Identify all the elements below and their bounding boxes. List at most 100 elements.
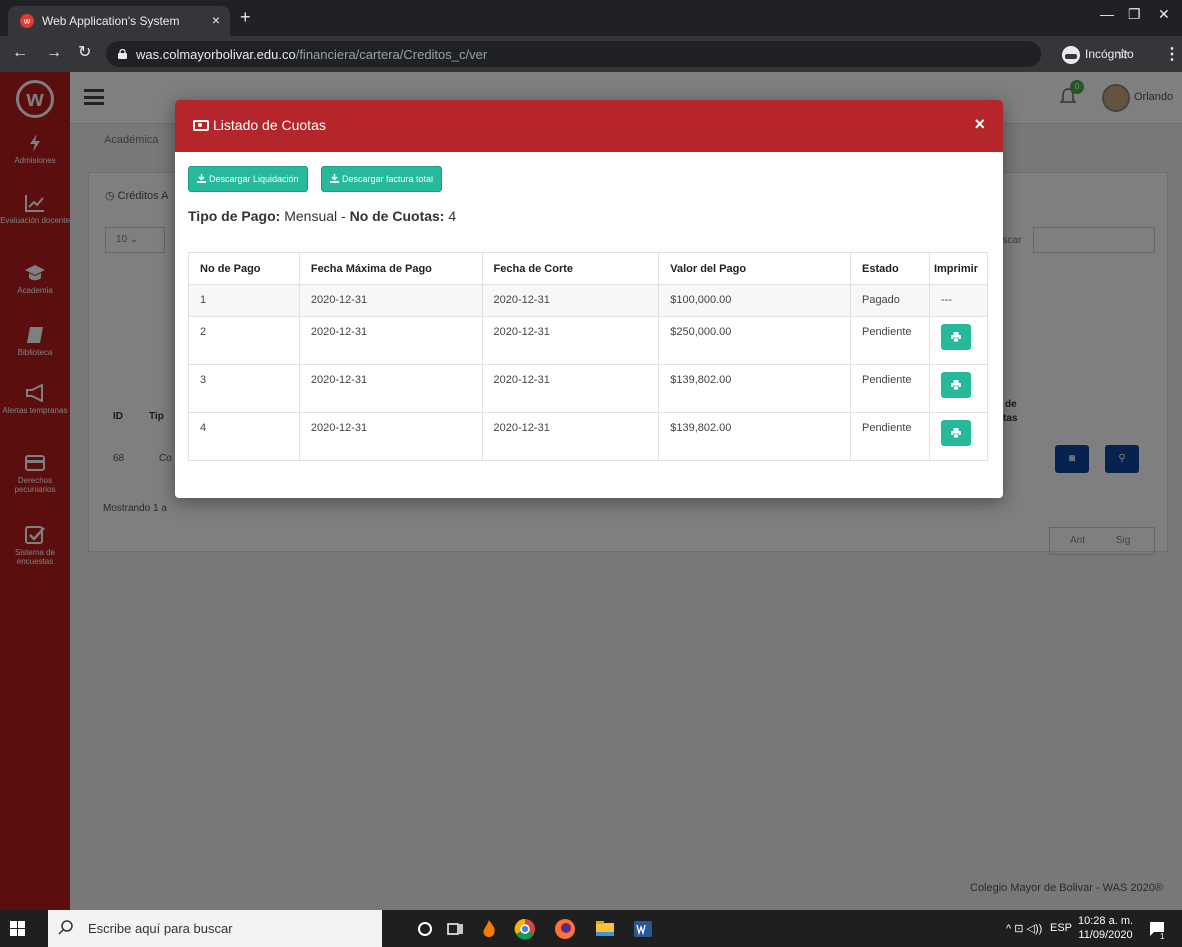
cuotas-label: No de Cuotas: — [349, 208, 445, 224]
cell-fecha-maxima: 2020-12-31 — [298, 316, 483, 365]
url-path: /financiera/cartera/Creditos_c/ver — [295, 47, 488, 62]
incognito-label: Incógnito — [1085, 47, 1134, 61]
modal-title: Listado de Cuotas — [193, 117, 326, 133]
table-row: 1 2020-12-31 2020-12-31 $100,000.00 Paga… — [188, 284, 989, 317]
table-row: 3 2020-12-31 2020-12-31 $139,802.00 Pend… — [188, 364, 989, 413]
cell-fecha-corte: 2020-12-31 — [481, 412, 660, 461]
table-row: 2 2020-12-31 2020-12-31 $250,000.00 Pend… — [188, 316, 989, 365]
download-factura-label: Descargar factura total — [342, 174, 434, 184]
print-button[interactable] — [940, 324, 971, 350]
lock-icon — [118, 49, 127, 59]
browser-toolbar: ← → ↻ was.colmayorbolivar.edu.co/financi… — [0, 36, 1182, 72]
cell-imprimir — [928, 364, 989, 413]
cell-valor: $100,000.00 — [658, 284, 851, 317]
header-estado: Estado — [849, 252, 930, 285]
firefox-icon[interactable] — [554, 918, 576, 940]
header-fecha-maxima: Fecha Máxima de Pago — [298, 252, 483, 285]
chrome-icon[interactable] — [514, 918, 536, 940]
cell-valor: $139,802.00 — [658, 364, 851, 413]
taskbar-clock[interactable]: 10:28 a. m. 11/09/2020 — [1078, 914, 1133, 942]
browser-tab-bar: w Web Application's System × + — ❐ ✕ — [0, 0, 1182, 36]
print-button[interactable] — [940, 372, 971, 398]
taskbar-search-input[interactable]: Escribe aquí para buscar — [48, 910, 382, 947]
cell-fecha-maxima: 2020-12-31 — [298, 412, 483, 461]
header-no-pago: No de Pago — [188, 252, 300, 285]
search-icon — [58, 920, 73, 935]
tab-close-icon[interactable]: × — [212, 12, 220, 28]
tab-title: Web Application's System — [42, 14, 180, 28]
file-explorer-icon[interactable] — [594, 918, 616, 940]
download-factura-button[interactable]: Descargar factura total — [321, 166, 443, 192]
clock-time: 10:28 a. m. — [1078, 915, 1134, 927]
cell-estado: Pendiente — [849, 316, 930, 365]
cell-no-pago: 2 — [188, 316, 300, 365]
download-liquidacion-label: Descargar Liquidación — [209, 174, 299, 184]
incognito-indicator[interactable]: Incógnito — [1062, 43, 1134, 65]
payment-summary: Tipo de Pago: Mensual - No de Cuotas: 4 — [188, 208, 456, 224]
cell-estado: Pendiente — [849, 412, 930, 461]
forward-arrow-icon[interactable]: → — [46, 45, 62, 61]
url-host: was.colmayorbolivar.edu.co — [136, 47, 296, 62]
cell-estado: Pagado — [849, 284, 930, 317]
cell-imprimir — [928, 412, 989, 461]
clock-date: 11/09/2020 — [1078, 929, 1133, 941]
cell-estado: Pendiente — [849, 364, 930, 413]
cell-fecha-corte: 2020-12-31 — [481, 284, 660, 317]
tipo-pago-label: Tipo de Pago: — [188, 208, 281, 224]
header-imprimir: Imprimir — [928, 252, 989, 285]
cell-fecha-maxima: 2020-12-31 — [298, 364, 483, 413]
cell-fecha-maxima: 2020-12-31 — [298, 284, 483, 317]
modal-close-button[interactable]: × — [974, 114, 985, 135]
taskbar-search-placeholder: Escribe aquí para buscar — [88, 921, 233, 936]
cell-valor: $250,000.00 — [658, 316, 851, 365]
window-close-icon[interactable]: ✕ — [1158, 6, 1170, 23]
summary-separator: - — [341, 208, 346, 224]
tipo-pago-value: Mensual — [284, 208, 338, 224]
browser-menu-icon[interactable]: ⋮ — [1164, 44, 1180, 64]
print-button[interactable] — [940, 420, 971, 446]
table-header-row: No de Pago Fecha Máxima de Pago Fecha de… — [188, 252, 989, 285]
cortana-icon[interactable] — [414, 918, 436, 940]
browser-tab[interactable]: w Web Application's System × — [8, 6, 230, 36]
cell-no-pago: 1 — [188, 284, 300, 317]
address-bar[interactable]: was.colmayorbolivar.edu.co/financiera/ca… — [106, 41, 1129, 67]
cell-valor: $139,802.00 — [658, 412, 851, 461]
cell-imprimir: --- — [928, 284, 989, 317]
print-icon — [950, 428, 961, 438]
notification-count: 1 — [1160, 932, 1165, 941]
minimize-icon[interactable]: — — [1100, 6, 1114, 22]
windows-taskbar: Escribe aquí para buscar ^ ⊡ ◁)) ESP 10:… — [0, 910, 1182, 947]
header-fecha-corte: Fecha de Corte — [481, 252, 660, 285]
back-arrow-icon[interactable]: ← — [12, 45, 28, 61]
app-flame-icon[interactable] — [478, 918, 500, 940]
site-favicon-icon: w — [20, 14, 34, 28]
table-row: 4 2020-12-31 2020-12-31 $139,802.00 Pend… — [188, 412, 989, 461]
tray-icons[interactable]: ^ ⊡ ◁)) — [1006, 922, 1042, 935]
cell-fecha-corte: 2020-12-31 — [481, 316, 660, 365]
url-text: was.colmayorbolivar.edu.co/financiera/ca… — [136, 47, 487, 62]
word-icon[interactable] — [632, 918, 654, 940]
language-indicator[interactable]: ESP — [1050, 922, 1072, 934]
modal-title-text: Listado de Cuotas — [213, 117, 326, 133]
task-view-icon[interactable] — [444, 918, 466, 940]
print-icon — [950, 380, 961, 390]
money-bill-icon — [193, 120, 209, 131]
print-icon — [950, 332, 961, 342]
windows-start-icon[interactable] — [10, 921, 25, 936]
restore-icon[interactable]: ❐ — [1128, 6, 1141, 23]
cell-no-pago: 4 — [188, 412, 300, 461]
cuotas-value: 4 — [448, 208, 457, 224]
new-tab-icon[interactable]: + — [240, 8, 251, 26]
cell-imprimir — [928, 316, 989, 365]
header-valor: Valor del Pago — [658, 252, 851, 285]
cuotas-modal: Listado de Cuotas × Descargar Liquidació… — [175, 100, 1003, 498]
download-icon — [197, 174, 206, 183]
modal-header: Listado de Cuotas × — [175, 100, 1003, 152]
reload-icon[interactable]: ↻ — [78, 45, 91, 61]
cell-no-pago: 3 — [188, 364, 300, 413]
download-liquidacion-button[interactable]: Descargar Liquidación — [188, 166, 308, 192]
incognito-icon — [1062, 45, 1080, 64]
cell-fecha-corte: 2020-12-31 — [481, 364, 660, 413]
download-icon — [330, 174, 339, 183]
cuotas-table: No de Pago Fecha Máxima de Pago Fecha de… — [188, 252, 989, 461]
